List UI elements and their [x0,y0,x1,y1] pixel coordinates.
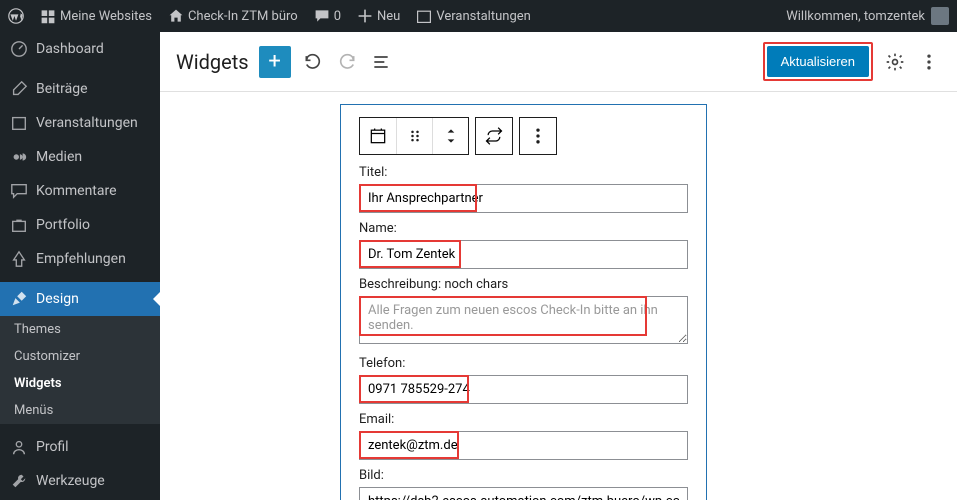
undo-button[interactable] [301,50,325,74]
events-link[interactable]: Veranstaltungen [416,8,530,24]
menu-medien[interactable]: Medien [0,140,160,174]
move-updown-icon[interactable] [432,118,468,154]
menu-kommentare[interactable]: Kommentare [0,174,160,208]
menu-veranstaltungen[interactable]: Veranstaltungen [0,106,160,140]
avatar[interactable] [931,7,949,25]
drag-handle-icon[interactable] [396,118,432,154]
update-button[interactable]: Aktualisieren [767,46,869,77]
submenu-customizer[interactable]: Customizer [0,343,160,370]
transform-icon[interactable] [476,118,512,154]
block-type-icon[interactable] [360,118,396,154]
email-label: Email: [359,412,688,427]
list-view-button[interactable] [369,50,393,74]
admin-sidebar: Dashboard Beiträge Veranstaltungen Medie… [0,32,160,500]
email-input[interactable] [359,431,688,460]
editor-header: Widgets + Aktualisieren [160,32,957,92]
beschreibung-input[interactable]: Alle Fragen zum neuen escos Check-In bit… [359,296,688,344]
submenu-menues[interactable]: Menüs [0,397,160,424]
add-block-button[interactable]: + [259,46,291,78]
titel-input[interactable] [359,184,688,213]
widget-block: Titel: Name: Beschreibung: noch chars Al… [340,104,707,500]
beschreibung-label: Beschreibung: noch chars [359,277,688,292]
redo-button[interactable] [335,50,359,74]
name-input[interactable] [359,240,688,269]
welcome-user[interactable]: Willkommen, tomzentek [786,9,925,24]
menu-beitraege[interactable]: Beiträge [0,72,160,106]
bild-input[interactable] [359,487,688,500]
block-toolbar [359,117,688,155]
menu-werkzeuge[interactable]: Werkzeuge [0,464,160,498]
design-submenu: Themes Customizer Widgets Menüs [0,316,160,424]
submenu-themes[interactable]: Themes [0,316,160,343]
editor-content: Widgets + Aktualisieren [160,32,957,500]
new-link[interactable]: Neu [357,8,400,24]
wp-logo[interactable] [8,8,24,24]
update-button-highlight: Aktualisieren [763,42,873,81]
menu-portfolio[interactable]: Portfolio [0,208,160,242]
site-name-link[interactable]: Check-In ZTM büro [168,8,298,24]
menu-design[interactable]: Design [0,282,160,316]
telefon-input[interactable] [359,375,688,404]
menu-dashboard[interactable]: Dashboard [0,32,160,66]
submenu-widgets[interactable]: Widgets [0,370,160,397]
my-sites-link[interactable]: Meine Websites [40,8,152,24]
menu-empfehlungen[interactable]: Empfehlungen [0,242,160,276]
block-options-icon[interactable] [520,118,556,154]
titel-label: Titel: [359,165,688,180]
menu-profil[interactable]: Profil [0,430,160,464]
comments-link[interactable]: 0 [314,8,341,24]
bild-label: Bild: [359,468,688,483]
page-title: Widgets [176,50,249,74]
options-icon[interactable] [917,50,941,74]
admin-bar: Meine Websites Check-In ZTM büro 0 Neu V… [0,0,957,32]
name-label: Name: [359,221,688,236]
settings-icon[interactable] [883,50,907,74]
telefon-label: Telefon: [359,356,688,371]
